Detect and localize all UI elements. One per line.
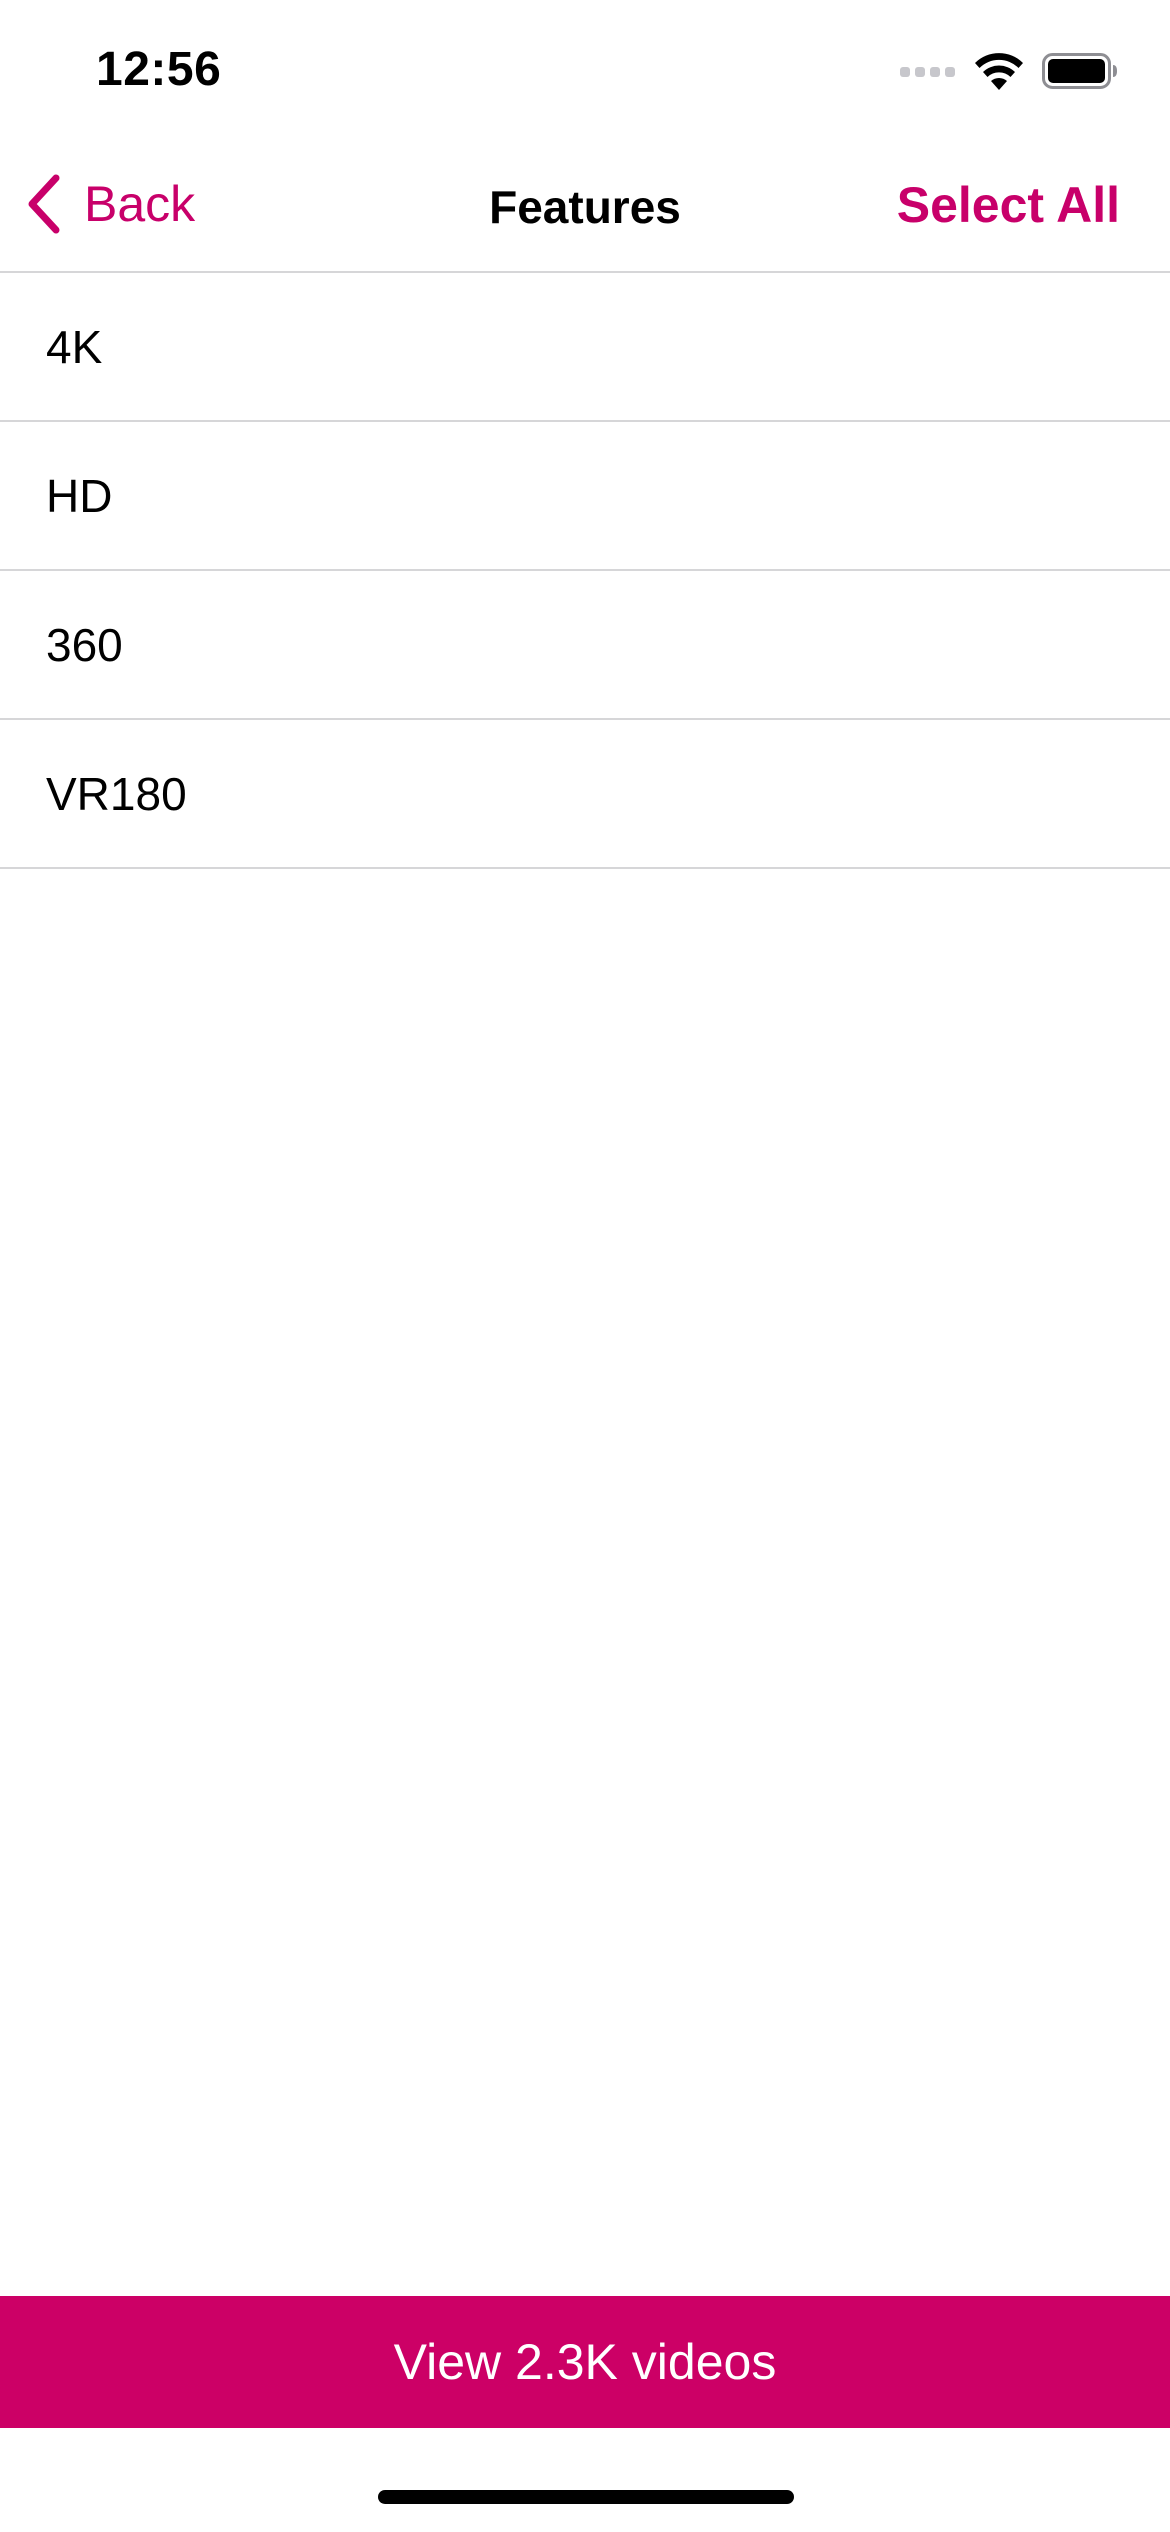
- select-all-button[interactable]: Select All: [897, 176, 1120, 234]
- status-bar: 12:56: [0, 0, 1170, 140]
- home-indicator: [378, 2490, 794, 2504]
- battery-icon: [1042, 53, 1117, 89]
- view-videos-button[interactable]: View 2.3K videos: [0, 2296, 1170, 2428]
- cellular-signal-icon: [900, 67, 955, 77]
- feature-item-360[interactable]: 360: [0, 571, 1170, 720]
- status-time: 12:56: [96, 43, 222, 96]
- feature-item-4k[interactable]: 4K: [0, 273, 1170, 422]
- feature-item-hd[interactable]: HD: [0, 422, 1170, 571]
- wifi-icon: [975, 53, 1023, 90]
- status-icons: [900, 52, 1118, 90]
- feature-item-vr180[interactable]: VR180: [0, 720, 1170, 869]
- features-screen: 12:56 Back Features Select All 4K HD 360…: [0, 0, 1170, 2532]
- feature-list: 4K HD 360 VR180: [0, 273, 1170, 869]
- navigation-bar: Back Features Select All: [0, 140, 1170, 273]
